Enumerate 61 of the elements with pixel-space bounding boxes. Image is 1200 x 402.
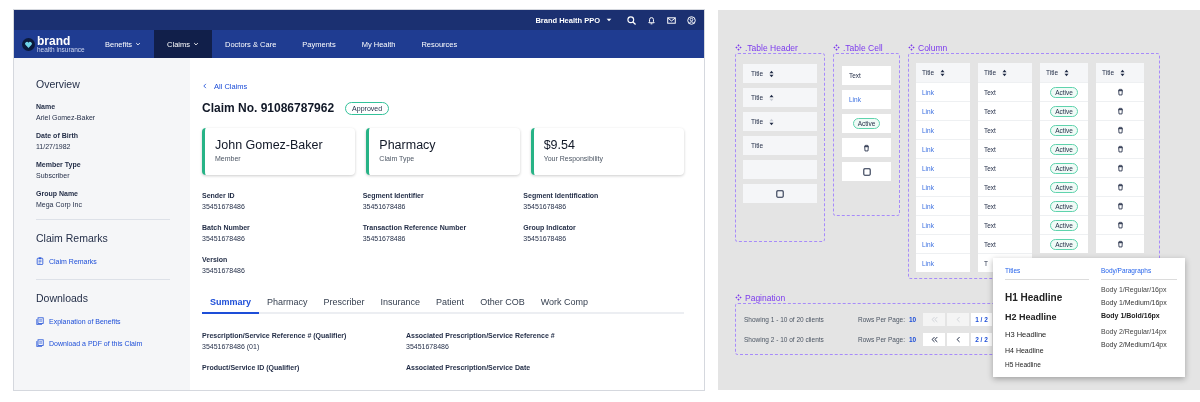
claim-title: Claim No. 91086787962 <box>202 101 335 115</box>
component-icon <box>833 44 840 51</box>
group-label: .Table Header <box>745 42 798 53</box>
tab[interactable]: Other COB <box>472 297 533 314</box>
trash-icon[interactable] <box>1116 164 1124 172</box>
sort-icon[interactable] <box>940 68 946 77</box>
logo-wordmark: brand <box>37 36 71 47</box>
documents-icon <box>36 317 44 325</box>
headline-sample: H2 Headline <box>1005 312 1058 322</box>
checkbox[interactable] <box>862 167 871 176</box>
first-page-button[interactable] <box>923 332 946 346</box>
sort-icon[interactable] <box>769 69 775 78</box>
search-icon[interactable] <box>627 15 636 25</box>
mail-icon[interactable] <box>667 15 676 25</box>
component-icon <box>735 44 742 51</box>
sort-icon[interactable] <box>1064 68 1070 77</box>
trash-icon[interactable] <box>1116 202 1124 210</box>
section-heading: Claim Remarks <box>36 232 109 244</box>
chevron-down-icon <box>193 41 200 47</box>
trash-icon[interactable] <box>1116 126 1124 134</box>
chevron-down-icon <box>135 41 142 47</box>
trash-icon[interactable] <box>1116 221 1124 229</box>
clipboard-icon <box>36 257 44 265</box>
group-label: .Table Cell <box>843 42 883 53</box>
tab[interactable]: Insurance <box>372 297 429 314</box>
double-chevron-left-icon <box>930 335 938 343</box>
sort-icon[interactable] <box>1120 68 1126 77</box>
section-heading: Downloads <box>36 292 89 304</box>
section-heading: Overview <box>36 78 81 90</box>
group-label: Pagination <box>745 292 786 303</box>
tab[interactable]: Work Comp <box>532 297 596 314</box>
sort-icon[interactable] <box>769 93 775 102</box>
sort-icon[interactable] <box>769 117 775 126</box>
caret-icon <box>606 17 612 23</box>
heart-logo-icon <box>22 37 35 51</box>
sort-icon[interactable] <box>1002 68 1008 77</box>
chevron-left-icon <box>954 315 962 323</box>
trash-icon[interactable] <box>1116 107 1124 115</box>
card-value: $9.54 <box>543 138 576 152</box>
chevron-left-icon <box>954 335 962 343</box>
bell-icon[interactable] <box>647 15 656 25</box>
trash-icon[interactable] <box>1116 183 1124 191</box>
card-value: John Gomez-Baker <box>215 138 324 152</box>
component-icon <box>908 44 915 51</box>
checkbox[interactable] <box>776 189 784 198</box>
tab[interactable]: Patient <box>428 297 473 314</box>
tab[interactable]: Pharmacy <box>259 297 316 314</box>
chevron-left-icon <box>202 83 208 89</box>
card-value: Pharmacy <box>379 138 437 152</box>
user-icon[interactable] <box>687 15 696 25</box>
headline-sample: H1 Headline <box>1005 292 1064 303</box>
group-label: Column <box>918 42 948 53</box>
trash-icon[interactable] <box>1116 240 1124 248</box>
trash-icon[interactable] <box>1116 145 1124 153</box>
documents-icon <box>36 339 44 347</box>
trash-icon[interactable] <box>863 143 870 152</box>
header-cell[interactable] <box>743 184 817 203</box>
tab[interactable]: Prescriber <box>315 297 373 314</box>
tab[interactable]: Summary <box>202 297 260 314</box>
trash-icon[interactable] <box>1116 88 1124 96</box>
component-icon <box>735 294 742 301</box>
